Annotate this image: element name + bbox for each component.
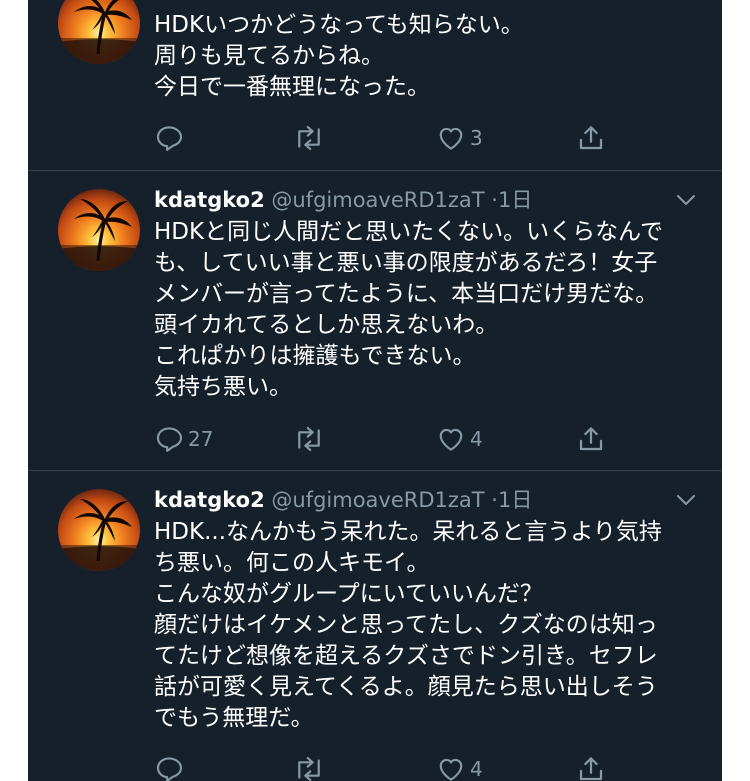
tweet-text-line: 顔だけはイケメンと思ってたし、クズなのは知っ: [154, 612, 658, 638]
tweet-text-line: でもう無理だ。: [154, 705, 314, 731]
tweet-text-line: てたけど想像を超えるクズさでドン引き。セフレ: [154, 643, 658, 669]
tweet-header: [154, 0, 702, 8]
retweet-button[interactable]: [292, 120, 326, 156]
palm-tree-avatar-icon: [58, 0, 140, 64]
avatar[interactable]: [58, 189, 140, 271]
reply-count: 27: [188, 427, 214, 451]
reply-icon: [156, 427, 183, 452]
tweet-text-line: HDKと同じ人間だと思いたくない。いくらなんで: [154, 219, 663, 245]
tweet-actions: 27 4: [154, 421, 634, 457]
avatar[interactable]: [58, 489, 140, 571]
tweet-text-line: HDKいつかどうなっても知らない。: [154, 12, 524, 38]
palm-tree-avatar-icon: [58, 489, 140, 571]
tweet-text: HDKいつかどうなっても知らない。 周りも見てるからね。 今日で一番無理になった…: [154, 10, 694, 103]
tweet-text-line: 周りも見てるからね。: [154, 43, 384, 69]
reply-icon: [156, 126, 183, 151]
retweet-button[interactable]: [292, 421, 326, 457]
reply-button[interactable]: [154, 120, 188, 156]
share-icon: [579, 126, 603, 150]
like-button[interactable]: 4: [436, 421, 483, 457]
display-name[interactable]: kdatgko2: [154, 488, 265, 512]
share-button[interactable]: [576, 751, 606, 781]
chevron-down-icon[interactable]: [676, 193, 696, 207]
share-icon: [579, 757, 603, 781]
retweet-icon: [298, 426, 320, 452]
timeline: HDKいつかどうなっても知らない。 周りも見てるからね。 今日で一番無理になった…: [28, 0, 722, 781]
tweet-header: kdatgko2 @ufgimoaveRD1zaT ·1日: [154, 185, 702, 215]
display-name[interactable]: kdatgko2: [154, 188, 265, 212]
tweet-text-line: これぱかりは擁護もできない。: [154, 343, 476, 369]
tweet-actions: 3: [154, 120, 634, 156]
avatar[interactable]: [58, 0, 140, 64]
tweet-time[interactable]: 1日: [498, 188, 532, 212]
heart-icon: [439, 428, 463, 451]
tweet-text-line: も、していい事と悪い事の限度があるだろ！女子: [154, 250, 658, 276]
tweet-text-line: ち悪い。何この人キモイ。: [154, 550, 430, 576]
retweet-icon: [298, 125, 320, 151]
separator-dot: ·: [491, 488, 498, 512]
share-icon: [579, 427, 603, 451]
tweet-header: kdatgko2 @ufgimoaveRD1zaT ·1日: [154, 485, 702, 515]
like-button[interactable]: 4: [436, 751, 483, 781]
reply-icon: [156, 757, 183, 781]
tweet-actions: 4: [154, 751, 634, 781]
retweet-button[interactable]: [292, 751, 326, 781]
tweet-text-line: 話が可愛く見えてくるよ。顔見たら思い出しそう: [154, 674, 658, 700]
tweet-text-line: 頭イカれてるとしか思えないわ。: [154, 312, 499, 338]
tweet-time[interactable]: 1日: [498, 488, 532, 512]
palm-tree-avatar-icon: [58, 189, 140, 271]
heart-icon: [439, 758, 463, 781]
tweet-text-line: 今日で一番無理になった。: [154, 74, 430, 100]
tweet-item[interactable]: kdatgko2 @ufgimoaveRD1zaT ·1日 HDK...なんかも…: [28, 471, 722, 781]
like-count: 4: [470, 427, 483, 451]
tweet-item[interactable]: HDKいつかどうなっても知らない。 周りも見てるからね。 今日で一番無理になった…: [28, 0, 722, 171]
user-handle[interactable]: @ufgimoaveRD1zaT: [271, 488, 484, 512]
like-count: 4: [470, 757, 483, 781]
tweet-text: HDK...なんかもう呆れた。呆れると言うより気持 ち悪い。何この人キモイ。 こ…: [154, 517, 694, 734]
reply-button[interactable]: 27: [154, 421, 213, 457]
like-count: 3: [470, 126, 483, 150]
tweet-text-line: こんな奴がグループにいていいんだ？: [154, 581, 543, 607]
user-handle[interactable]: @ufgimoaveRD1zaT: [271, 188, 484, 212]
chevron-down-icon[interactable]: [676, 493, 696, 507]
tweet-text-line: HDK...なんかもう呆れた。呆れると言うより気持: [154, 519, 662, 545]
like-button[interactable]: 3: [436, 120, 483, 156]
tweet-text-line: メンバーが言ってたように、本当口だけ男だな。: [154, 281, 659, 307]
tweet-text-line: 気持ち悪い。: [154, 374, 292, 400]
heart-icon: [439, 127, 463, 150]
separator-dot: ·: [491, 188, 498, 212]
tweet-text: HDKと同じ人間だと思いたくない。いくらなんで も、していい事と悪い事の限度があ…: [154, 217, 694, 403]
retweet-icon: [298, 756, 320, 781]
share-button[interactable]: [576, 421, 606, 457]
share-button[interactable]: [576, 120, 606, 156]
reply-button[interactable]: [154, 751, 188, 781]
tweet-item[interactable]: kdatgko2 @ufgimoaveRD1zaT ·1日 HDKと同じ人間だと…: [28, 171, 722, 471]
